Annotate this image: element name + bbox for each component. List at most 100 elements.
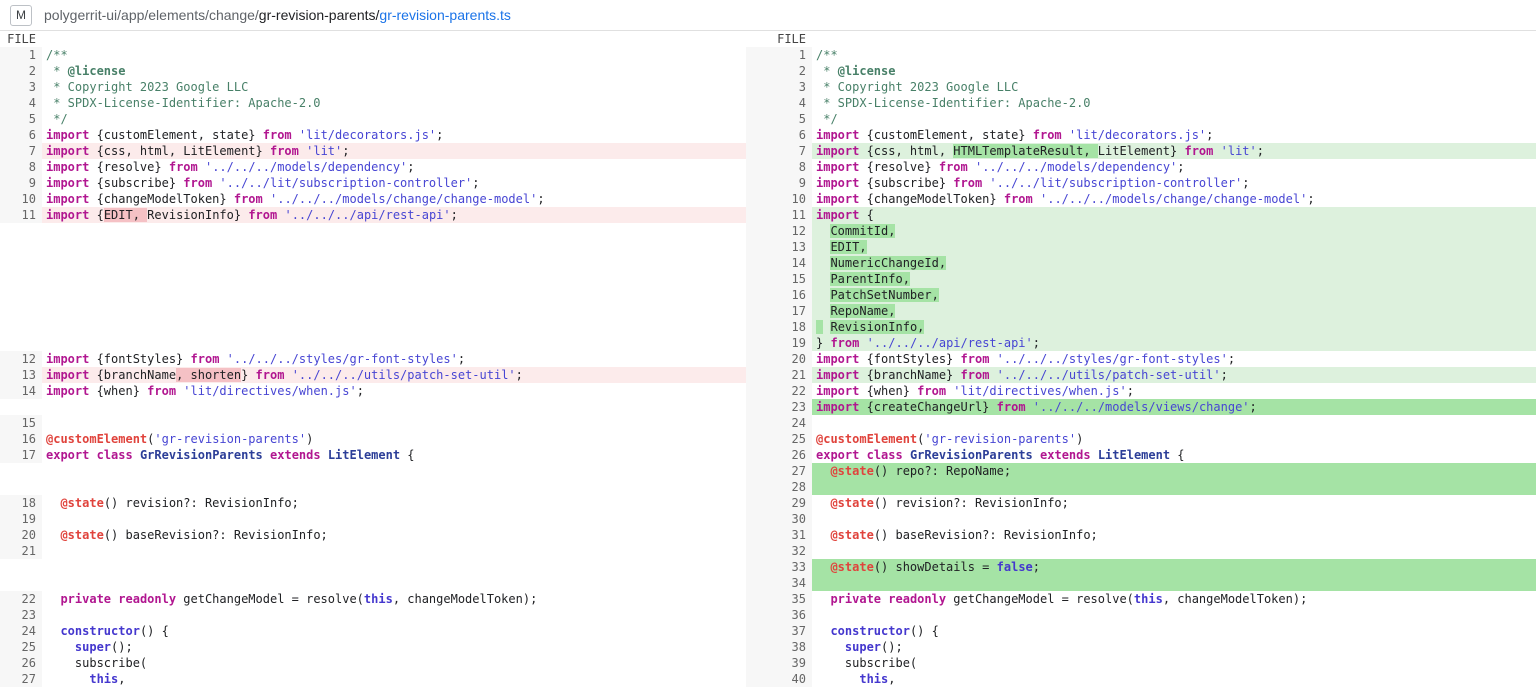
line-number-left[interactable]: 11 [0,207,42,223]
code-segment [263,448,270,462]
line-number-right[interactable]: 10 [746,191,812,207]
code-line-right: @state() repo?: RepoName; [812,463,1536,479]
line-number-left[interactable]: 9 [0,175,42,191]
code-segment: import [816,400,859,414]
line-number-right[interactable]: 33 [746,559,812,575]
line-number-right[interactable]: 9 [746,175,812,191]
line-number-left[interactable]: 25 [0,639,42,655]
line-number-right[interactable]: 26 [746,447,812,463]
code-segment: ; [1242,176,1249,190]
line-number-right[interactable]: 27 [746,463,812,479]
file-label-left[interactable]: FILE [0,31,42,47]
line-number-left[interactable]: 18 [0,495,42,511]
line-number-left[interactable]: 19 [0,511,42,527]
line-number-right[interactable]: 16 [746,287,812,303]
file-name-link[interactable]: gr-revision-parents.ts [379,7,511,23]
intraline-edit-segment: CommitId, [830,224,895,238]
line-number-right[interactable]: 28 [746,479,812,495]
diff-row: 1930 [0,511,1536,527]
line-number-right[interactable]: 21 [746,367,812,383]
line-number-right[interactable]: 32 [746,543,812,559]
line-number-left[interactable]: 10 [0,191,42,207]
line-number-right[interactable]: 4 [746,95,812,111]
line-number-right[interactable]: 17 [746,303,812,319]
code-segment [816,528,830,542]
code-segment: */ [816,112,838,126]
line-number-left[interactable]: 5 [0,111,42,127]
line-number-right[interactable]: 24 [746,415,812,431]
line-number-left[interactable]: 2 [0,63,42,79]
line-number-left[interactable]: 15 [0,415,42,431]
line-number-left[interactable]: 4 [0,95,42,111]
line-number-right[interactable]: 14 [746,255,812,271]
line-number-right[interactable]: 34 [746,575,812,591]
line-number-right[interactable]: 36 [746,607,812,623]
line-number-left[interactable]: 13 [0,367,42,383]
code-segment: {subscribe} [859,176,953,190]
line-number-left[interactable]: 14 [0,383,42,399]
line-number-right[interactable]: 8 [746,159,812,175]
line-number-left[interactable]: 21 [0,543,42,559]
code-segment: import [816,368,859,382]
line-number-right[interactable]: 31 [746,527,812,543]
line-number-left[interactable]: 23 [0,607,42,623]
code-segment [1213,144,1220,158]
line-number-right[interactable]: 25 [746,431,812,447]
line-number-right[interactable]: 29 [746,495,812,511]
line-number-right[interactable]: 19 [746,335,812,351]
line-number-right[interactable]: 2 [746,63,812,79]
code-segment: ; [1177,160,1184,174]
code-segment: @state [60,496,103,510]
line-number-left [0,463,42,479]
line-number-right[interactable]: 5 [746,111,812,127]
code-segment: '../../../models/dependency' [975,160,1177,174]
line-number-right[interactable]: 40 [746,671,812,687]
line-number-right[interactable]: 38 [746,639,812,655]
line-number-left[interactable]: 27 [0,671,42,687]
code-segment: @state [830,560,873,574]
line-number-left[interactable]: 8 [0,159,42,175]
line-number-right[interactable]: 11 [746,207,812,223]
line-number-right[interactable]: 18 [746,319,812,335]
line-number-left[interactable]: 7 [0,143,42,159]
line-number-right[interactable]: 6 [746,127,812,143]
diff-row: 12 CommitId, [0,223,1536,239]
line-number-right[interactable]: 12 [746,223,812,239]
line-number-right[interactable]: 20 [746,351,812,367]
line-number-right[interactable]: 7 [746,143,812,159]
line-number-right[interactable]: 23 [746,399,812,415]
line-number-left[interactable]: 1 [0,47,42,63]
line-number-left[interactable]: 6 [0,127,42,143]
code-segment [903,448,910,462]
diff-row: 26 subscribe(39 subscribe( [0,655,1536,671]
line-number-left[interactable]: 20 [0,527,42,543]
line-number-left[interactable]: 22 [0,591,42,607]
line-number-left[interactable]: 26 [0,655,42,671]
intraline-edit-segment: EDIT, [104,208,147,222]
line-number-left[interactable]: 24 [0,623,42,639]
code-segment: ; [1250,400,1257,414]
line-number-left[interactable]: 12 [0,351,42,367]
code-segment [1033,192,1040,206]
line-number-right[interactable]: 22 [746,383,812,399]
code-line-left: import {branchName, shorten} from '../..… [42,367,746,383]
line-number-right[interactable]: 3 [746,79,812,95]
file-label-right[interactable]: FILE [746,31,812,47]
line-number-right[interactable]: 35 [746,591,812,607]
line-number-right[interactable]: 15 [746,271,812,287]
code-line-right: RepoName, [812,303,1536,319]
line-number-right[interactable]: 13 [746,239,812,255]
code-segment [292,128,299,142]
line-number-left[interactable]: 17 [0,447,42,463]
line-number-right[interactable]: 39 [746,655,812,671]
line-number-left [0,223,42,239]
line-number-left[interactable]: 3 [0,79,42,95]
line-number-right[interactable]: 1 [746,47,812,63]
code-segment: @state [830,464,873,478]
code-segment: ; [407,160,414,174]
line-number-right[interactable]: 30 [746,511,812,527]
diff-row: 22 private readonly getChangeModel = res… [0,591,1536,607]
code-segment: subscribe( [816,656,917,670]
line-number-right[interactable]: 37 [746,623,812,639]
line-number-left[interactable]: 16 [0,431,42,447]
